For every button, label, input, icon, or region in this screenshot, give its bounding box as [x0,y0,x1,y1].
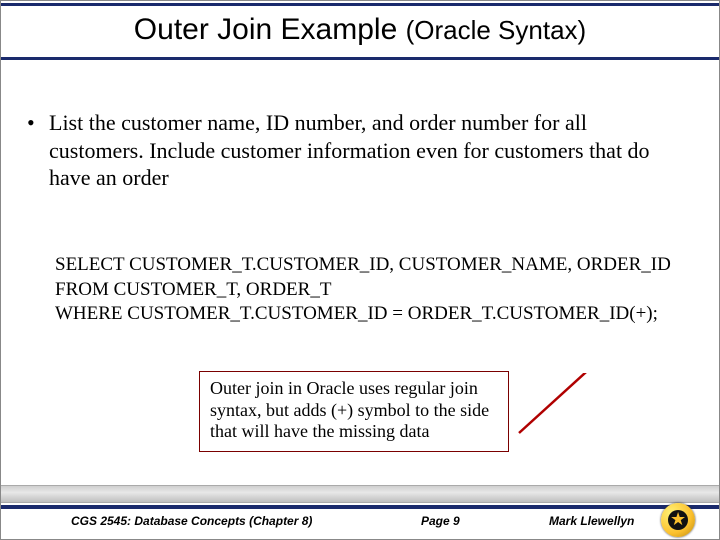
title-sub: (Oracle Syntax) [406,15,587,45]
note-text: Outer join in Oracle uses regular join s… [210,378,489,441]
sql-line-2: FROM CUSTOMER_T, ORDER_T [55,278,689,303]
slide: Outer Join Example (Oracle Syntax) List … [0,0,720,540]
arrow-icon [509,373,649,443]
title-main: Outer Join Example [134,13,406,46]
footer-course: CGS 2545: Database Concepts (Chapter 8) [71,514,312,528]
slide-title: Outer Join Example (Oracle Syntax) [1,13,719,47]
footer: CGS 2545: Database Concepts (Chapter 8) … [1,509,719,533]
ucf-logo-icon: ★ [661,503,695,537]
footer-author: Mark Llewellyn [549,514,634,528]
rule-top [1,3,719,6]
bullet-text: List the customer name, ID number, and o… [49,110,650,190]
bullet-item: List the customer name, ID number, and o… [49,109,665,192]
footer-band [1,485,719,503]
note-box: Outer join in Oracle uses regular join s… [199,371,509,452]
footer-page: Page 9 [421,514,460,528]
sql-line-3: WHERE CUSTOMER_T.CUSTOMER_ID = ORDER_T.C… [55,302,689,327]
sql-line-1: SELECT CUSTOMER_T.CUSTOMER_ID, CUSTOMER_… [55,253,689,278]
sql-block: SELECT CUSTOMER_T.CUSTOMER_ID, CUSTOMER_… [55,253,689,327]
rule-bottom [1,57,719,60]
